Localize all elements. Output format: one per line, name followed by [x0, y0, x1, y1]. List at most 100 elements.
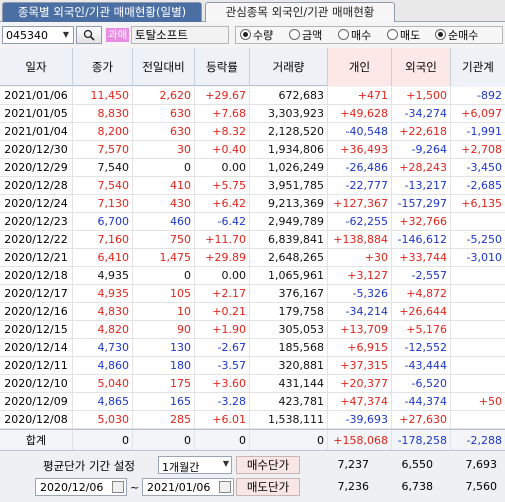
- cell-foreign: +28,243: [392, 159, 451, 176]
- cell-foreign: +27,630: [392, 411, 451, 428]
- cell-volume: 2,949,789: [250, 213, 328, 230]
- radio-option[interactable]: 매도: [387, 28, 420, 44]
- stock-code-value: 045340: [6, 29, 48, 42]
- cell-volume: 672,683: [250, 87, 328, 104]
- radio-circle-icon[interactable]: [435, 29, 446, 40]
- header-individual[interactable]: 개인: [328, 48, 392, 86]
- table-row[interactable]: 2020/12/08 5,030 285 +6.01 1,538,111 -39,693 +…: [0, 411, 505, 429]
- cell-foreign: +33,744: [392, 249, 451, 266]
- totals-foreign: -178,258: [392, 430, 451, 450]
- cell-date: 2020/12/24: [0, 195, 73, 212]
- cell-institution: -3,450: [466, 161, 502, 174]
- cell-institution: [451, 213, 505, 230]
- cell-change: 130: [133, 339, 195, 356]
- radio-option[interactable]: 순매수: [435, 28, 478, 44]
- table-row[interactable]: 2021/01/06 11,450 2,620 +29.67 672,683 +471 +1…: [0, 87, 505, 105]
- radio-option[interactable]: 금액: [289, 28, 322, 44]
- cell-volume: 376,167: [250, 285, 328, 302]
- period-select[interactable]: 1개월간 ▼: [158, 456, 232, 474]
- table-row[interactable]: 2020/12/23 6,700 460 -6.42 2,949,789 -62,255 +…: [0, 213, 505, 231]
- cell-close: 4,730: [73, 339, 133, 356]
- cell-institution: [451, 339, 505, 356]
- cell-close: 6,700: [73, 213, 133, 230]
- table-row[interactable]: 2020/12/14 4,730 130 -2.67 185,568 +6,915 -12,…: [0, 339, 505, 357]
- cell-institution: +2,708: [461, 143, 502, 156]
- header-foreign[interactable]: 외국인: [392, 48, 451, 86]
- cell-change: 285: [133, 411, 195, 428]
- table-row[interactable]: 2020/12/28 7,540 410 +5.75 3,951,785 -22,777-…: [0, 177, 505, 195]
- cell-institution: -892: [477, 89, 502, 102]
- cell-close: 7,570: [73, 141, 133, 158]
- header-date[interactable]: 일자: [0, 48, 73, 86]
- table-row[interactable]: 2020/12/11 4,860 180 -3.57 320,881 +37,315 -43…: [0, 357, 505, 375]
- table-row[interactable]: 2020/12/10 5,040 175 +3.60 431,144 +20,377 -6,…: [0, 375, 505, 393]
- cell-rate: +1.90: [195, 321, 250, 338]
- cell-rate: +0.40: [195, 141, 250, 158]
- table-row[interactable]: 2020/12/17 4,935 105 +2.17 376,167 -5,326 +4,8…: [0, 285, 505, 303]
- radio-circle-icon[interactable]: [338, 29, 349, 40]
- cell-date: 2020/12/09: [0, 393, 73, 410]
- totals-volume: 0: [250, 430, 328, 450]
- cell-close: 7,160: [73, 231, 133, 248]
- cell-change: 165: [133, 393, 195, 410]
- radio-circle-icon[interactable]: [289, 29, 300, 40]
- cell-change: 630: [133, 105, 195, 122]
- date-separator: ~: [130, 481, 140, 494]
- table-row[interactable]: 2020/12/29 7,540 0 0.00 1,026,249 -26,486 +28,…: [0, 159, 505, 177]
- cell-date: 2020/12/21: [0, 249, 73, 266]
- table-row[interactable]: 2020/12/22 7,160 750 +11.70 6,839,841 +138,88…: [0, 231, 505, 249]
- table-row[interactable]: 2021/01/05 8,830 630 +7.68 3,303,923 +49,628-…: [0, 105, 505, 123]
- table-row[interactable]: 2020/12/15 4,820 90 +1.90 305,053 +13,709 +5,1…: [0, 321, 505, 339]
- cell-individual: +49,628: [328, 105, 392, 122]
- radio-circle-icon[interactable]: [387, 29, 398, 40]
- cell-date: 2020/12/16: [0, 303, 73, 320]
- header-change-rate[interactable]: 등락률: [195, 48, 250, 86]
- cell-foreign: -146,612: [392, 231, 451, 248]
- table-row[interactable]: 2021/01/04 8,200 630 +8.32 2,128,520 -40,548 +…: [0, 123, 505, 141]
- cell-rate: +6.01: [195, 411, 250, 428]
- cell-date: 2020/12/29: [0, 159, 73, 176]
- table-row[interactable]: 2020/12/09 4,865 165 -3.28 423,781 +47,374 -44…: [0, 393, 505, 411]
- cell-change: 630: [133, 123, 195, 140]
- header-close-price[interactable]: 종가: [73, 48, 133, 86]
- tab-daily-trading[interactable]: 종목별 외국인/기관 매매현황(일별): [2, 2, 202, 22]
- cell-volume: 1,538,111: [250, 411, 328, 428]
- cell-foreign: +32,766: [392, 213, 451, 230]
- chevron-down-icon[interactable]: ▼: [60, 28, 72, 42]
- cell-volume: 185,568: [250, 339, 328, 356]
- table-row[interactable]: 2020/12/18 4,935 0 0.00 1,065,961 +3,127 -2,55…: [0, 267, 505, 285]
- radio-option[interactable]: 수량: [240, 28, 273, 44]
- table-row[interactable]: 2020/12/30 7,570 30 +0.40 1,934,806 +36,493 -9…: [0, 141, 505, 159]
- cell-rate: +2.17: [195, 285, 250, 302]
- cell-close: 5,040: [73, 375, 133, 392]
- cell-change: 10: [133, 303, 195, 320]
- radio-circle-icon[interactable]: [240, 29, 251, 40]
- cell-rate: +29.89: [195, 249, 250, 266]
- cell-rate: +5.75: [195, 177, 250, 194]
- calendar-icon[interactable]: [219, 481, 231, 493]
- cell-change: 175: [133, 375, 195, 392]
- calendar-icon[interactable]: [112, 481, 124, 493]
- cell-volume: 423,781: [250, 393, 328, 410]
- stock-code-combo[interactable]: 045340 ▼: [2, 26, 74, 44]
- table-row[interactable]: 2020/12/16 4,830 10 +0.21 179,758 -34,214 +26,…: [0, 303, 505, 321]
- cell-foreign: -6,520: [392, 375, 451, 392]
- cell-date: 2021/01/04: [0, 123, 73, 140]
- search-button[interactable]: [76, 26, 102, 44]
- tab-watchlist-trading[interactable]: 관심종목 외국인/기관 매매현황: [205, 2, 395, 22]
- date-to-field[interactable]: 2021/01/06: [142, 478, 234, 496]
- header-institution[interactable]: 기관계: [451, 48, 505, 86]
- cell-institution: +50: [478, 395, 502, 408]
- table-row[interactable]: 2020/12/24 7,130 430 +6.42 9,213,369 +127,367…: [0, 195, 505, 213]
- cell-close: 4,935: [73, 267, 133, 284]
- totals-change: 0: [133, 430, 195, 450]
- totals-row: 합계 0 0 0 0 +158,068 -178,258 -2,288: [0, 429, 505, 451]
- cell-rate: +6.42: [195, 195, 250, 212]
- header-volume[interactable]: 거래량: [250, 48, 328, 86]
- header-change[interactable]: 전일대비: [133, 48, 195, 86]
- table-row[interactable]: 2020/12/21 6,410 1,475 +29.89 2,648,265 +30 +3…: [0, 249, 505, 267]
- date-from-field[interactable]: 2020/12/06: [35, 478, 127, 496]
- radio-option[interactable]: 매수: [338, 28, 371, 44]
- totals-label: 합계: [0, 430, 73, 450]
- cell-foreign: -9,264: [392, 141, 451, 158]
